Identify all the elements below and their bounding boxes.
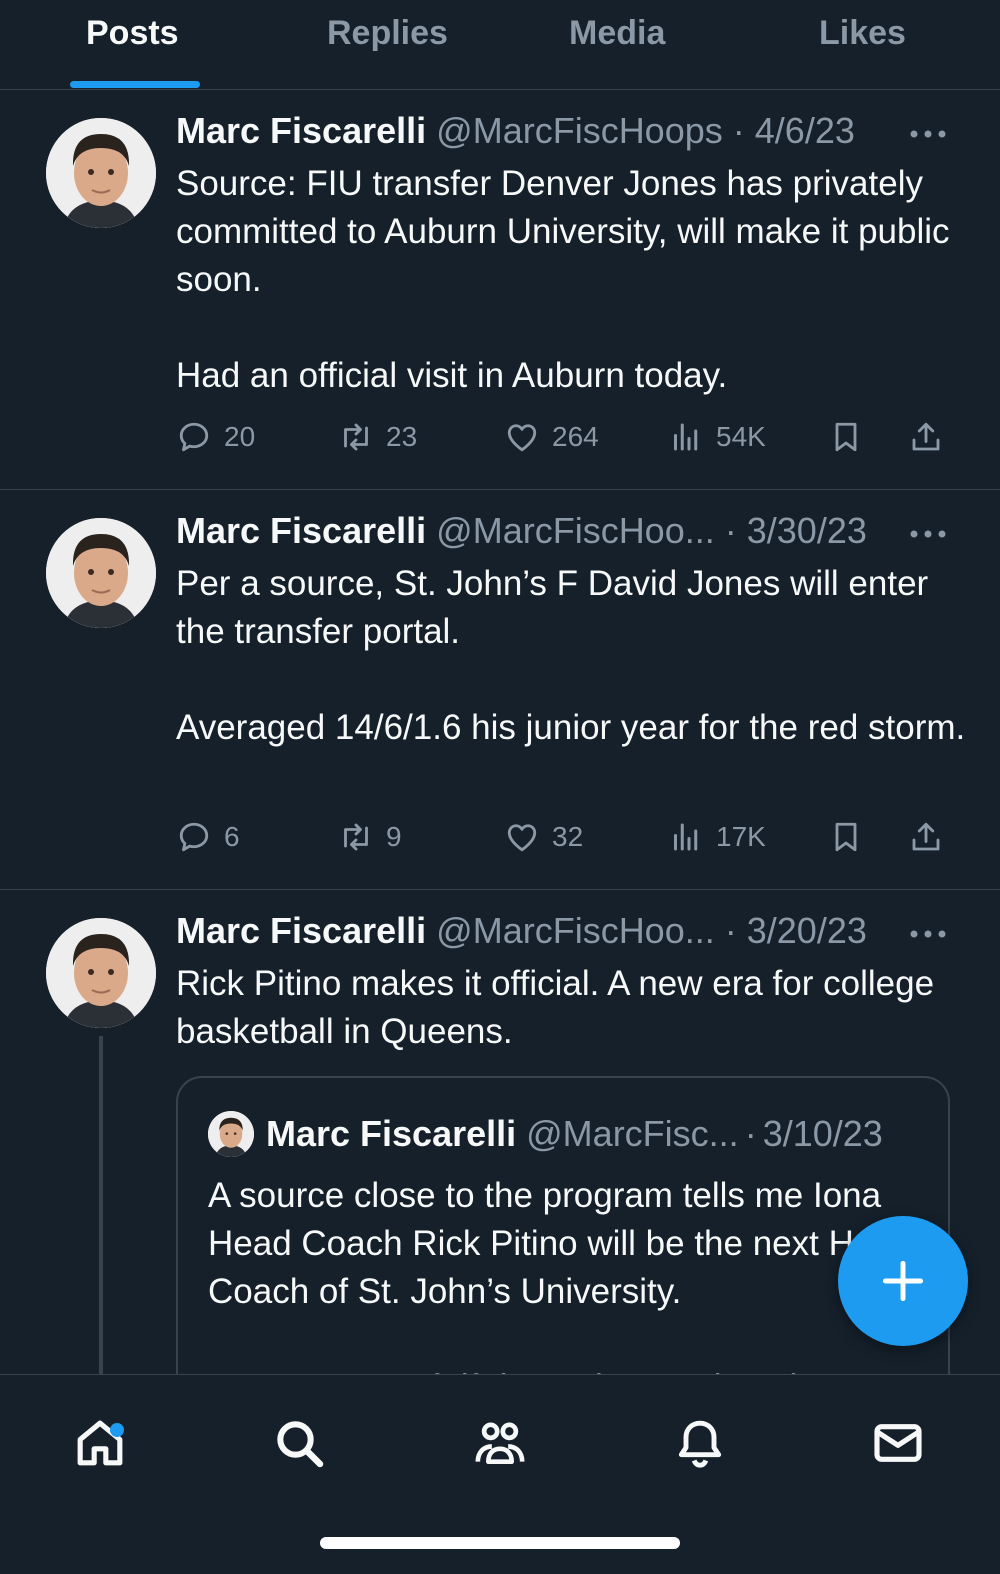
reply-icon: [179, 422, 209, 452]
quote-date: 3/10/23: [762, 1113, 883, 1154]
search-icon: [277, 1421, 324, 1468]
tab-media[interactable]: Media: [569, 14, 665, 53]
tab-replies[interactable]: Replies: [327, 14, 448, 53]
post-date[interactable]: 4/6/23: [755, 110, 855, 151]
like-count: 264: [552, 421, 599, 452]
post-text: Rick Pitino makes it official. A new era…: [176, 964, 935, 1051]
nav-search[interactable]: [259, 1403, 339, 1483]
repost-count: 9: [386, 821, 402, 852]
author-handle[interactable]: @MarcFiscHoo...: [436, 910, 715, 951]
notifications-icon: [678, 1420, 722, 1468]
repost-button[interactable]: 23: [338, 415, 417, 459]
reply-count: 6: [224, 821, 240, 852]
author-handle[interactable]: @MarcFiscHoo...: [436, 510, 715, 551]
home-indicator: [320, 1537, 680, 1549]
reply-icon: [179, 822, 209, 852]
tab-posts[interactable]: Posts: [86, 14, 179, 53]
author-name[interactable]: Marc Fiscarelli: [176, 510, 426, 551]
avatar: [208, 1111, 254, 1157]
repost-button[interactable]: 9: [338, 815, 402, 859]
post-actions: 20 23 264 54K: [176, 415, 956, 459]
post-header: Marc Fiscarelli @MarcFiscHoo... · 3/30/2…: [176, 510, 980, 556]
avatar[interactable]: [46, 918, 156, 1028]
separator: ·: [732, 110, 745, 151]
author-name[interactable]: Marc Fiscarelli: [176, 910, 426, 951]
bookmark-button[interactable]: [828, 815, 864, 859]
nav-notifications[interactable]: [660, 1403, 740, 1483]
reply-button[interactable]: 20: [176, 415, 255, 459]
communities-icon: [475, 1422, 525, 1464]
repost-count: 23: [386, 421, 418, 452]
like-count: 32: [552, 821, 584, 852]
more-icon[interactable]: [908, 924, 948, 944]
notification-dot: [110, 1423, 124, 1437]
quoted-post[interactable]: Marc Fiscarelli @MarcFisc... · 3/10/23 A…: [176, 1076, 950, 1416]
separator: ·: [744, 1113, 757, 1154]
post-1[interactable]: Marc Fiscarelli @MarcFiscHoops · 4/6/23 …: [0, 90, 1000, 490]
active-tab-indicator: [70, 81, 200, 88]
post-header: Marc Fiscarelli @MarcFiscHoops · 4/6/23: [176, 110, 980, 156]
view-count: 54K: [716, 421, 766, 452]
repost-icon: [344, 423, 368, 451]
bookmark-icon: [835, 422, 857, 452]
nav-home[interactable]: [60, 1403, 140, 1483]
quote-author-name: Marc Fiscarelli: [266, 1113, 517, 1154]
share-button[interactable]: [908, 815, 944, 859]
post-header: Marc Fiscarelli @MarcFiscHoo... · 3/20/2…: [176, 910, 980, 956]
views-icon: [674, 823, 698, 851]
more-icon[interactable]: [908, 524, 948, 544]
nav-messages[interactable]: [858, 1403, 938, 1483]
profile-tabs: Posts Replies Media Likes: [0, 0, 1000, 90]
share-button[interactable]: [908, 415, 944, 459]
separator: ·: [724, 910, 737, 951]
bookmark-button[interactable]: [828, 415, 864, 459]
bottom-nav: [0, 1374, 1000, 1574]
post-text: Source: FIU transfer Denver Jones has pr…: [176, 164, 950, 395]
post-date[interactable]: 3/20/23: [747, 910, 867, 951]
compose-button[interactable]: [838, 1216, 968, 1346]
separator: ·: [724, 510, 737, 551]
like-button[interactable]: 264: [504, 415, 599, 459]
heart-icon: [507, 424, 537, 452]
plus-icon: [882, 1260, 924, 1302]
quote-header: Marc Fiscarelli @MarcFisc... · 3/10/23: [208, 1110, 883, 1158]
like-button[interactable]: 32: [504, 815, 583, 859]
thread-line: [99, 1036, 103, 1376]
post-actions: 6 9 32 17K: [176, 815, 956, 859]
share-icon: [912, 422, 940, 451]
heart-icon: [507, 824, 537, 852]
avatar[interactable]: [46, 118, 156, 228]
avatar[interactable]: [46, 518, 156, 628]
reply-count: 20: [224, 421, 256, 452]
nav-communities[interactable]: [460, 1403, 540, 1483]
bookmark-icon: [835, 822, 857, 852]
more-icon[interactable]: [908, 124, 948, 144]
view-count: 17K: [716, 821, 766, 852]
post-2[interactable]: Marc Fiscarelli @MarcFiscHoo... · 3/30/2…: [0, 490, 1000, 890]
post-date[interactable]: 3/30/23: [747, 510, 867, 551]
messages-icon: [874, 1424, 922, 1462]
author-name[interactable]: Marc Fiscarelli: [176, 110, 426, 151]
author-handle[interactable]: @MarcFiscHoops: [436, 110, 723, 151]
repost-icon: [344, 823, 368, 851]
tab-likes[interactable]: Likes: [819, 14, 906, 53]
share-icon: [912, 822, 940, 851]
views-button[interactable]: 54K: [668, 415, 766, 459]
reply-button[interactable]: 6: [176, 815, 240, 859]
quote-author-handle: @MarcFisc...: [526, 1113, 739, 1154]
views-icon: [674, 423, 698, 451]
post-text: Per a source, St. John’s F David Jones w…: [176, 564, 966, 747]
views-button[interactable]: 17K: [668, 815, 766, 859]
